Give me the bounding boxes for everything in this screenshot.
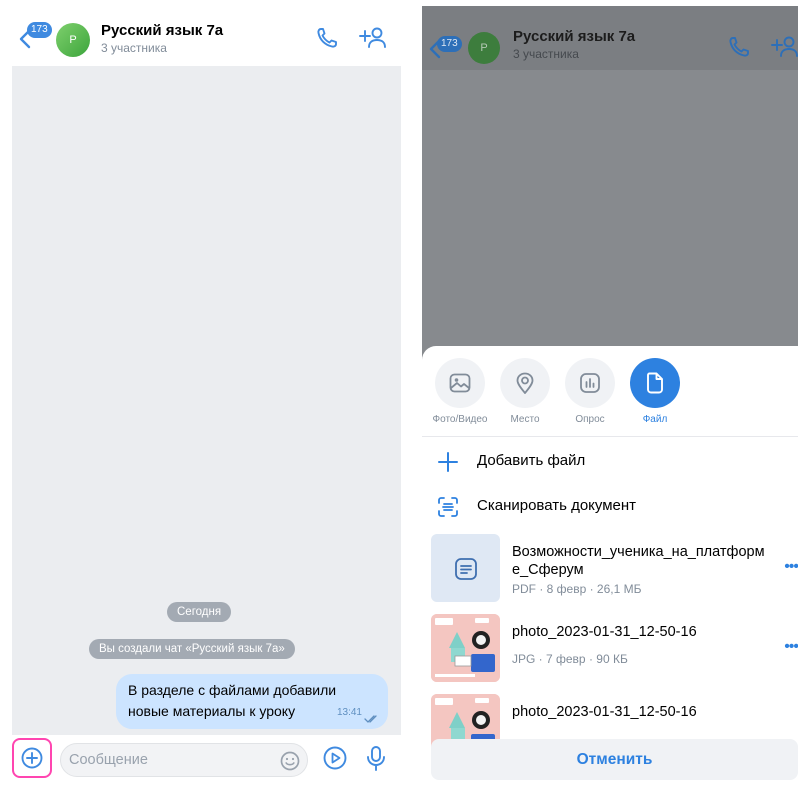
attach-photo-video[interactable]: Фото/Видео [427, 358, 493, 425]
image-icon [449, 373, 471, 393]
divider [422, 436, 798, 437]
chat-title[interactable]: Русский язык 7а [101, 22, 223, 39]
chat-title-dimmed: Русский язык 7а [513, 28, 636, 45]
back-icon [19, 29, 31, 49]
file-thumbnail [431, 534, 500, 602]
add-file-button[interactable]: Добавить файл [434, 447, 774, 477]
chat-members-count[interactable]: 3 участника [101, 41, 167, 55]
photo-thumbnail [431, 614, 500, 682]
message-time: 13:41 [336, 707, 362, 718]
microphone-icon[interactable] [364, 745, 388, 773]
scan-document-button[interactable]: Сканировать документ [434, 492, 774, 522]
file-item[interactable]: Возможности_ученика_на_платформе_Сферум … [431, 534, 798, 602]
file-icon [647, 372, 663, 394]
file-name: Возможности_ученика_на_платформе_Сферум [512, 544, 765, 578]
photo-thumbnail-image [431, 614, 500, 682]
attach-label: Фото/Видео [432, 414, 488, 425]
message-input[interactable] [69, 744, 269, 776]
add-user-icon [771, 36, 798, 57]
file-meta: PDF · 8 февр · 26,1 МБ [512, 582, 642, 596]
file-name: photo_2023-01-31_12-50-16 [512, 704, 697, 720]
add-file-label: Добавить файл [477, 452, 586, 469]
file-item[interactable]: photo_2023-01-31_12-50-16 JPG · 7 февр ·… [431, 614, 798, 682]
chat-avatar[interactable]: Р [56, 23, 90, 57]
file-name: photo_2023-01-31_12-50-16 [512, 624, 697, 640]
more-icon[interactable]: ••• [784, 558, 798, 576]
phone-icon [729, 37, 749, 57]
attach-file[interactable]: Файл [622, 358, 688, 425]
scan-icon [438, 497, 458, 517]
add-user-icon[interactable] [358, 25, 388, 51]
plus-circle-icon [21, 747, 43, 769]
attach-button[interactable] [12, 738, 52, 778]
back-button-dimmed[interactable]: 173 [428, 20, 462, 59]
message-field [60, 743, 308, 777]
back-button[interactable]: 173 [18, 22, 52, 52]
document-icon [455, 558, 477, 580]
scan-document-label: Сканировать документ [477, 497, 637, 514]
chat-avatar-dimmed: Р [468, 32, 500, 64]
poll-icon [580, 373, 600, 393]
double-check-icon [364, 715, 377, 723]
attach-location[interactable]: Место [492, 358, 558, 425]
attach-poll[interactable]: Опрос [557, 358, 623, 425]
chat-members-count-dimmed: 3 участника [513, 47, 579, 61]
message-input-bar [12, 735, 401, 793]
video-message-icon[interactable] [322, 745, 348, 771]
file-meta: JPG · 7 февр · 90 КБ [512, 652, 628, 666]
smile-icon[interactable] [279, 750, 301, 772]
cancel-button[interactable]: Отменить [431, 739, 798, 780]
chat-header-dimmed: 173 Р Русский язык 7а 3 участника [422, 6, 798, 70]
date-separator: Сегодня [167, 602, 232, 622]
attachment-sheet: Фото/Видео Место Опрос Файл Добавить фай… [422, 346, 798, 801]
back-icon [429, 39, 441, 59]
phone-icon[interactable] [314, 25, 340, 51]
plus-icon [438, 452, 458, 472]
attach-label: Файл [642, 414, 668, 425]
attach-label: Место [510, 414, 540, 425]
attachment-screen: 173 Р Русский язык 7а 3 участника Фото/В… [422, 6, 798, 801]
attach-label: Опрос [575, 414, 605, 425]
location-icon [516, 372, 534, 394]
chat-header: 173 Р Русский язык 7а 3 участника [12, 8, 401, 66]
more-icon[interactable]: ••• [784, 638, 798, 656]
system-message: Вы создали чат «Русский язык 7а» [89, 639, 295, 659]
outgoing-message[interactable]: В разделе с файлами добавили новые матер… [116, 674, 388, 729]
chat-screen: 173 Р Русский язык 7а 3 участника Сегодн… [12, 8, 401, 793]
